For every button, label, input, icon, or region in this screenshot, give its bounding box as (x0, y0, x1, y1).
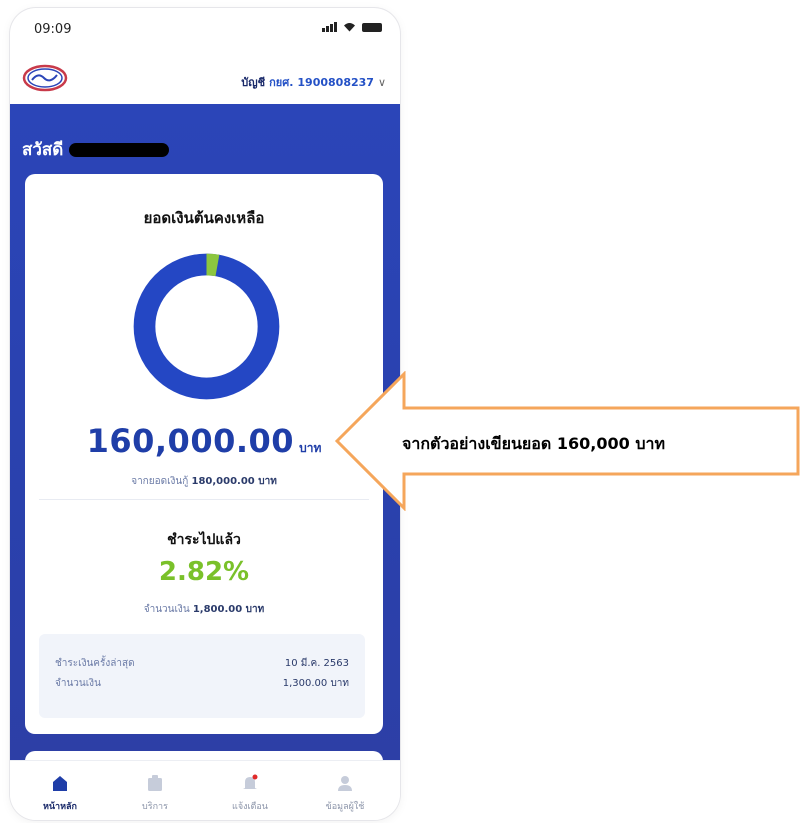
balance-donut-chart (133, 253, 280, 400)
user-icon (338, 776, 352, 791)
paid-percent: 2.82% (158, 557, 250, 587)
balance-card: ยอดเงินต้นคงเหลือ 160,000.00 บาท จากยอดเ… (25, 174, 383, 734)
tab-home-label: หน้าหลัก (42, 802, 78, 812)
greeting: สวัสดี (22, 136, 170, 163)
paid-amount-label: จำนวนเงิน (143, 604, 190, 615)
battery-icon (362, 23, 382, 32)
app-header: บัญชี กยศ. 1900808237 ∨ (10, 54, 400, 104)
greeting-prefix: สวัสดี (22, 140, 64, 160)
last-amount-value: 1,300.00 บาท (282, 678, 349, 689)
donut-paid-segment (206, 253, 220, 277)
tab-services-label: บริการ (142, 802, 168, 812)
account-label: บัญชี (241, 76, 266, 89)
account-selector[interactable]: บัญชี กยศ. 1900808237 ∨ (241, 73, 386, 91)
loan-total-value: 180,000.00 บาท (191, 476, 277, 487)
divider (39, 499, 369, 500)
logo-icon (22, 64, 68, 92)
status-time: 09:09 (34, 22, 72, 37)
services-icon (148, 775, 162, 791)
paid-amount-line: จำนวนเงิน 1,800.00 บาท (25, 602, 383, 617)
paid-title: ชำระไปแล้ว (167, 532, 241, 548)
remaining-amount-unit: บาท (299, 441, 322, 455)
last-payment-date: 10 มี.ค. 2563 (284, 658, 349, 669)
tab-notifications-label: แจ้งเตือน (232, 802, 268, 812)
system-icons (322, 22, 382, 32)
tab-home[interactable]: หน้าหลัก (20, 769, 100, 813)
remaining-amount-value: 160,000.00 (86, 422, 295, 460)
last-amount-row: จำนวนเงิน 1,300.00 บาท (55, 676, 349, 691)
tab-profile[interactable]: ข้อมูลผู้ใช้ (305, 769, 385, 813)
remaining-amount: 160,000.00 บาท (25, 422, 383, 460)
tab-notifications[interactable]: แจ้งเตือน (210, 769, 290, 813)
chevron-down-icon: ∨ (377, 75, 386, 89)
paid-amount-value: 1,800.00 บาท (192, 604, 265, 615)
bell-icon (243, 774, 258, 789)
donut-remaining-segment (133, 253, 280, 400)
account-prefix: กยศ. (269, 76, 294, 89)
redacted-name (69, 142, 170, 157)
last-amount-label: จำนวนเงิน (55, 678, 101, 689)
balance-title: ยอดเงินต้นคงเหลือ (143, 209, 265, 227)
loan-total-line: จากยอดเงินกู้ 180,000.00 บาท (25, 474, 383, 489)
bottom-tab-bar: หน้าหลัก บริการ แจ้งเตือน ข้อมูลผู้ใช้ (10, 760, 400, 820)
last-payment-label: ชำระเงินครั้งล่าสุด (55, 658, 135, 669)
tab-services[interactable]: บริการ (115, 769, 195, 813)
tab-profile-label: ข้อมูลผู้ใช้ (325, 802, 365, 812)
loan-total-label: จากยอดเงินกู้ (131, 476, 189, 487)
wifi-icon (344, 23, 355, 32)
status-bar: 09:09 (10, 8, 400, 48)
last-payment-row: ชำระเงินครั้งล่าสุด 10 มี.ค. 2563 (55, 656, 349, 671)
account-number: 1900808237 (297, 75, 374, 89)
signal-icon (322, 22, 337, 32)
last-payment-box: ชำระเงินครั้งล่าสุด 10 มี.ค. 2563 จำนวนเ… (39, 634, 365, 718)
home-icon (53, 776, 67, 791)
callout-text: จากตัวอย่างเขียนยอด 160,000 บาท (402, 434, 665, 453)
